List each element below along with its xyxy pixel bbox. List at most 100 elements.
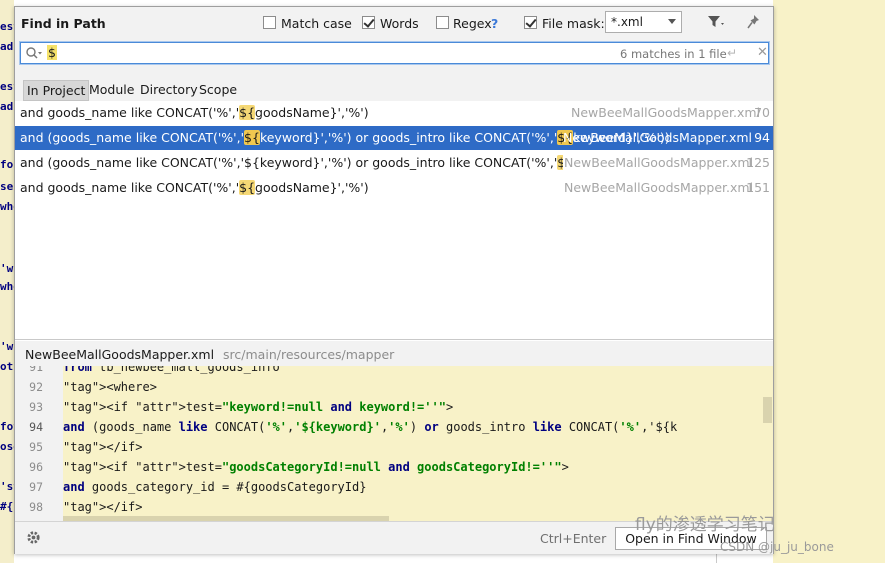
result-line-number: 70 bbox=[754, 105, 770, 120]
file-mask-checkbox[interactable] bbox=[524, 16, 537, 29]
background-code-fragment: 'st bbox=[0, 480, 14, 493]
background-code-fragment: 'wh bbox=[0, 340, 14, 353]
preview-line-text: "tag"><where> bbox=[63, 380, 157, 394]
results-list: and goods_name like CONCAT('%','${goodsN… bbox=[15, 101, 773, 341]
result-file: NewBeeMallGoodsMapper.xml bbox=[564, 180, 754, 195]
result-file: NewBeeMallGoodsMapper.xml bbox=[564, 155, 754, 170]
find-in-path-dialog: Find in Path Match case Words Regex ? Fi… bbox=[14, 6, 774, 554]
match-highlight: ${ bbox=[239, 180, 256, 195]
background-code-fragment: ad bbox=[0, 100, 14, 113]
preview-line: 94 and (goods_name like CONCAT('%','${ke… bbox=[15, 417, 773, 437]
preview-line-text: "tag"><if "attr">test="keyword!=null and… bbox=[63, 400, 454, 414]
search-icon bbox=[25, 46, 43, 63]
preview-file-name: NewBeeMallGoodsMapper.xml bbox=[25, 347, 215, 362]
preview-line: 93 "tag"><if "attr">test="keyword!=null … bbox=[15, 397, 773, 417]
background-code-fragment: whe bbox=[0, 200, 14, 213]
match-highlight: ${ bbox=[557, 155, 563, 170]
scope-tab-scope[interactable]: Scope bbox=[196, 80, 240, 99]
match-highlight: ${ bbox=[239, 105, 256, 120]
file-mask-value: *.xml bbox=[611, 15, 643, 29]
result-code: and goods_name like CONCAT('%','${goodsN… bbox=[20, 101, 369, 125]
scope-tab-in-project[interactable]: In Project bbox=[23, 80, 90, 101]
clear-icon[interactable]: ✕ bbox=[757, 45, 768, 60]
background-code-fragment: oth bbox=[0, 360, 14, 373]
words-label[interactable]: Words bbox=[380, 16, 419, 31]
scope-tab-module[interactable]: Module bbox=[86, 80, 137, 99]
match-count: 6 matches in 1 file bbox=[620, 47, 727, 61]
code-preview[interactable]: 91 from tb_newbee_mall_goods_info 92 "tag… bbox=[15, 366, 773, 521]
code-text: and goods_name like CONCAT('%',' bbox=[20, 105, 240, 120]
scope-tab-directory[interactable]: Directory bbox=[137, 80, 201, 99]
background-code-fragment: ose bbox=[0, 440, 14, 453]
shortcut-hint: Ctrl+Enter bbox=[540, 531, 607, 546]
regex-label[interactable]: Regex bbox=[453, 16, 492, 31]
preview-line-number: 94 bbox=[29, 420, 43, 434]
result-file: NewBeeMallGoodsMapper.xml bbox=[571, 105, 761, 120]
background-code-fragment: #{ bbox=[0, 500, 14, 513]
code-text: and (goods_name like CONCAT('%',' bbox=[20, 130, 245, 145]
result-code: and (goods_name like CONCAT('%','${keywo… bbox=[20, 151, 563, 175]
preview-line-number: 95 bbox=[29, 440, 43, 454]
result-code: and goods_name like CONCAT('%','${goodsN… bbox=[20, 176, 369, 200]
filter-icon[interactable] bbox=[707, 15, 725, 32]
result-line-number: 151 bbox=[746, 180, 770, 195]
replace-icon[interactable]: ↵ bbox=[727, 46, 737, 60]
preview-line-number: 97 bbox=[29, 480, 43, 494]
code-text: goodsName}','%') bbox=[255, 105, 369, 120]
match-case-checkbox[interactable] bbox=[263, 16, 276, 29]
match-highlight: ${ bbox=[244, 130, 260, 145]
preview-line-number: 98 bbox=[29, 500, 43, 514]
match-case-label[interactable]: Match case bbox=[281, 16, 352, 31]
preview-line-number: 93 bbox=[29, 400, 43, 414]
preview-line-text: "tag"></if> bbox=[63, 500, 143, 514]
result-line-number: 125 bbox=[746, 155, 770, 170]
search-query: $ bbox=[47, 45, 57, 60]
code-text: keyword}','%') or goods_intro like CONCA… bbox=[259, 130, 558, 145]
preview-line: 97 and goods_category_id = #{goodsCatego… bbox=[15, 477, 773, 497]
preview-line-text: from tb_newbee_mall_goods_info bbox=[63, 366, 280, 374]
background-code-fragment: whe bbox=[0, 280, 14, 293]
background-code-fragment: fot bbox=[0, 420, 14, 433]
code-text: goodsName}','%') bbox=[255, 180, 369, 195]
file-mask-select[interactable]: *.xml bbox=[605, 11, 682, 33]
preview-header: NewBeeMallGoodsMapper.xml src/main/resou… bbox=[25, 347, 394, 362]
pin-icon[interactable] bbox=[747, 14, 761, 33]
preview-file-path: src/main/resources/mapper bbox=[223, 347, 395, 362]
background-code-fragment: est bbox=[0, 20, 14, 33]
result-row[interactable]: and (goods_name like CONCAT('%','${keywo… bbox=[15, 126, 773, 150]
file-mask-label[interactable]: File mask: bbox=[542, 16, 605, 31]
code-text: and goods_name like CONCAT('%',' bbox=[20, 180, 240, 195]
background-code-fragment: for bbox=[0, 158, 14, 171]
result-row[interactable]: and (goods_name like CONCAT('%','${keywo… bbox=[15, 151, 773, 175]
preview-line-text: and goods_category_id = #{goodsCategoryI… bbox=[63, 480, 367, 494]
preview-line: 91 from tb_newbee_mall_goods_info bbox=[15, 366, 773, 377]
divider bbox=[15, 339, 773, 340]
background-code-fragment: ad bbox=[0, 40, 14, 53]
result-row[interactable]: and goods_name like CONCAT('%','${goodsN… bbox=[15, 176, 773, 200]
watermark-credit: CSDN @ju_ju_bone bbox=[720, 540, 834, 554]
preview-line-number: 91 bbox=[29, 366, 43, 374]
preview-line-number: 96 bbox=[29, 460, 43, 474]
preview-line-text: "tag"><if "attr">test="goodsCategoryId!=… bbox=[63, 460, 569, 474]
vertical-scrollbar[interactable] bbox=[763, 397, 772, 423]
regex-checkbox[interactable] bbox=[436, 16, 449, 29]
words-checkbox[interactable] bbox=[362, 16, 375, 29]
preview-line-text: "tag"></if> bbox=[63, 440, 143, 454]
chevron-down-icon bbox=[668, 19, 676, 24]
code-text: and (goods_name like CONCAT('%','${keywo… bbox=[20, 155, 558, 170]
preview-line: 92 "tag"><where> bbox=[15, 377, 773, 397]
preview-line-text: and (goods_name like CONCAT('%','${keywo… bbox=[63, 420, 678, 434]
preview-line: 96 "tag"><if "attr">test="goodsCategoryI… bbox=[15, 457, 773, 477]
search-input[interactable]: $ 6 matches in 1 file ↵ ✕ bbox=[20, 42, 769, 64]
preview-line: 95 "tag"></if> bbox=[15, 437, 773, 457]
background-editor-right bbox=[773, 0, 885, 563]
watermark-title: fly的渗透学习笔记 bbox=[635, 515, 775, 535]
result-file: NewBeeMallGoodsMapper.xml bbox=[562, 130, 752, 145]
result-row[interactable]: and goods_name like CONCAT('%','${goodsN… bbox=[15, 101, 773, 125]
background-code-fragment: se) bbox=[0, 180, 14, 193]
background-code-fragment: 'wh bbox=[0, 262, 14, 275]
gear-icon[interactable] bbox=[26, 530, 41, 548]
regex-help-icon[interactable]: ? bbox=[491, 16, 498, 31]
background-code-fragment: est bbox=[0, 80, 14, 93]
preview-line-number: 92 bbox=[29, 380, 43, 394]
